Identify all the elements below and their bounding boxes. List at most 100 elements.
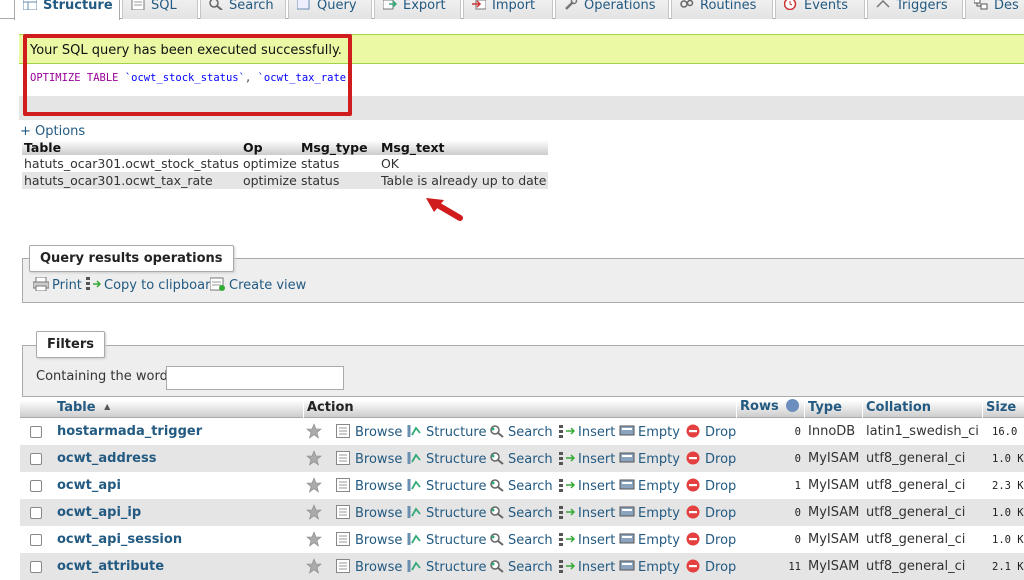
row-checkbox[interactable] — [30, 507, 42, 519]
action-search-link[interactable]: Search — [489, 451, 553, 467]
action-browse-link[interactable]: Browse — [336, 559, 402, 575]
copy-clipboard-link[interactable]: Copy to clipboard — [85, 277, 218, 293]
row-checkbox[interactable] — [30, 561, 42, 573]
result-cell: Table is already up to date — [378, 172, 549, 189]
table-name-link[interactable]: ocwt_address — [57, 451, 156, 466]
collation-value: latin1_swedish_ci — [866, 424, 979, 439]
header-rows[interactable]: Rows — [740, 399, 800, 414]
result-header-msg-type[interactable]: Msg_type — [298, 140, 379, 155]
result-header-op[interactable]: Op — [240, 140, 299, 155]
action-browse-link[interactable]: Browse — [336, 424, 402, 440]
create-view-link[interactable]: Create view — [209, 277, 306, 293]
action-structure-link[interactable]: Structure — [407, 505, 486, 521]
drop-icon — [686, 451, 702, 465]
action-insert-link[interactable]: Insert — [559, 559, 615, 575]
tab-search[interactable]: Search — [200, 0, 286, 19]
engine-type: MyISAM — [808, 451, 860, 466]
tab-operations[interactable]: Operations — [555, 0, 669, 19]
column-separator — [804, 400, 805, 418]
search-icon — [489, 505, 505, 519]
header-size[interactable]: Size — [986, 400, 1016, 415]
action-empty-link[interactable]: Empty — [619, 559, 680, 575]
action-drop-link[interactable]: Drop — [686, 424, 736, 440]
action-insert-link[interactable]: Insert — [559, 505, 615, 521]
favorite-star-icon[interactable] — [306, 504, 322, 524]
action-drop-link[interactable]: Drop — [686, 532, 736, 548]
row-checkbox[interactable] — [30, 480, 42, 492]
action-search-link[interactable]: Search — [489, 424, 553, 440]
result-row: hatuts_ocar301.ocwt_stock_status optimiz… — [22, 155, 549, 172]
header-action: Action — [307, 400, 354, 415]
action-browse-link[interactable]: Browse — [336, 532, 402, 548]
structure-icon — [407, 532, 423, 546]
action-drop-link[interactable]: Drop — [686, 559, 736, 575]
row-checkbox[interactable] — [30, 534, 42, 546]
favorite-star-icon[interactable] — [306, 477, 322, 497]
action-insert-link[interactable]: Insert — [559, 532, 615, 548]
tab-structure[interactable]: Structure — [14, 0, 120, 20]
action-drop-link[interactable]: Drop — [686, 478, 736, 494]
action-structure-link[interactable]: Structure — [407, 424, 486, 440]
action-empty-link[interactable]: Empty — [619, 505, 680, 521]
tab-query[interactable]: Query — [288, 0, 372, 19]
options-link[interactable]: + Options — [20, 124, 85, 139]
tab-triggers[interactable]: Triggers — [867, 0, 963, 19]
action-empty-link[interactable]: Empty — [619, 451, 680, 467]
tab-sql[interactable]: SQL — [122, 0, 198, 19]
tab-events[interactable]: Events — [775, 0, 865, 19]
action-empty-link[interactable]: Empty — [619, 478, 680, 494]
action-browse-link[interactable]: Browse — [336, 451, 402, 467]
table-name-link[interactable]: ocwt_api — [57, 478, 121, 493]
favorite-star-icon[interactable] — [306, 531, 322, 551]
column-separator — [303, 400, 304, 418]
action-structure-link[interactable]: Structure — [407, 532, 486, 548]
help-icon[interactable] — [786, 399, 800, 412]
action-structure-link[interactable]: Structure — [407, 559, 486, 575]
action-empty-link[interactable]: Empty — [619, 532, 680, 548]
action-search-link[interactable]: Search — [489, 505, 553, 521]
engine-type: MyISAM — [808, 478, 860, 493]
row-count: 11 — [788, 561, 801, 573]
action-search-link[interactable]: Search — [489, 559, 553, 575]
row-checkbox[interactable] — [30, 426, 42, 438]
action-drop-link[interactable]: Drop — [686, 451, 736, 467]
table-name-link[interactable]: hostarmada_trigger — [57, 424, 202, 439]
header-type[interactable]: Type — [808, 400, 842, 415]
table-name-link[interactable]: ocwt_api_session — [57, 532, 182, 547]
table-name-link[interactable]: ocwt_api_ip — [57, 505, 141, 520]
row-checkbox[interactable] — [30, 453, 42, 465]
engine-type: MyISAM — [808, 505, 860, 520]
print-link[interactable]: Print — [32, 276, 82, 293]
action-insert-link[interactable]: Insert — [559, 424, 615, 440]
result-header-table[interactable]: Table — [22, 140, 241, 155]
result-header-msg-text[interactable]: Msg_text — [378, 140, 549, 155]
table-name-link[interactable]: ocwt_attribute — [57, 559, 164, 574]
favorite-star-icon[interactable] — [306, 423, 322, 443]
action-browse-link[interactable]: Browse — [336, 505, 402, 521]
action-empty-link[interactable]: Empty — [619, 424, 680, 440]
favorite-star-icon[interactable] — [306, 450, 322, 470]
action-drop-link[interactable]: Drop — [686, 505, 736, 521]
tab-import[interactable]: Import — [463, 0, 553, 19]
collation-value: utf8_general_ci — [866, 532, 966, 547]
tab-designer[interactable]: Des — [965, 0, 1024, 19]
create-view-icon — [209, 277, 226, 291]
favorite-star-icon[interactable] — [306, 558, 322, 578]
action-search-link[interactable]: Search — [489, 532, 553, 548]
tab-bar: Structure SQL Search Query Export Import… — [0, 0, 1024, 20]
action-insert-link[interactable]: Insert — [559, 478, 615, 494]
drop-icon — [686, 532, 702, 546]
tab-routines[interactable]: Routines — [671, 0, 773, 19]
browse-icon — [336, 424, 352, 438]
filter-input[interactable] — [166, 366, 344, 390]
header-table[interactable]: Table ▲ — [57, 400, 110, 415]
action-search-link[interactable]: Search — [489, 478, 553, 494]
search-icon — [489, 478, 505, 492]
action-insert-link[interactable]: Insert — [559, 451, 615, 467]
action-browse-link[interactable]: Browse — [336, 478, 402, 494]
tab-export[interactable]: Export — [374, 0, 461, 19]
result-cell: optimize — [240, 172, 299, 189]
action-structure-link[interactable]: Structure — [407, 451, 486, 467]
action-structure-link[interactable]: Structure — [407, 478, 486, 494]
header-collation[interactable]: Collation — [866, 400, 931, 415]
